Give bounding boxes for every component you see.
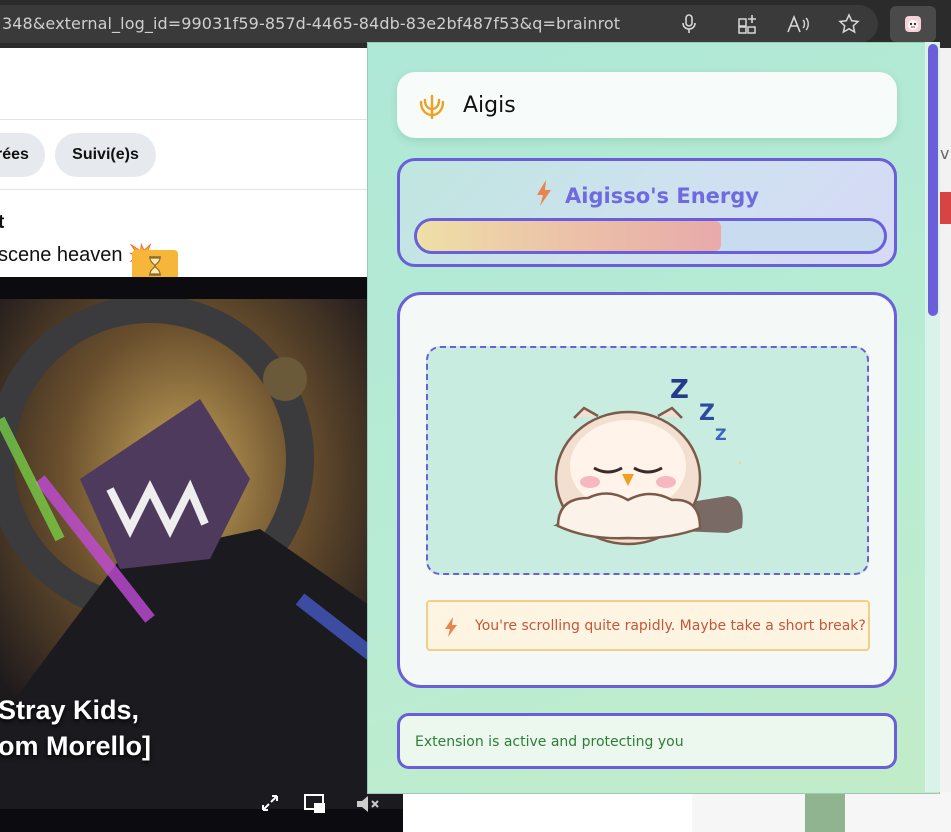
svg-text:Z: Z bbox=[715, 425, 727, 444]
mascot-frame: Z Z Z bbox=[426, 346, 869, 575]
popup-header: Aigis bbox=[397, 72, 897, 138]
read-aloud-icon[interactable] bbox=[785, 11, 811, 37]
post-author[interactable]: t bbox=[0, 212, 4, 234]
energy-card: Aigisso's Energy bbox=[397, 158, 897, 267]
fullscreen-icon[interactable] bbox=[260, 793, 280, 818]
lightning-icon bbox=[444, 616, 458, 642]
warning-text: You're scrolling quite rapidly. Maybe ta… bbox=[475, 618, 866, 634]
picture-in-picture-icon[interactable] bbox=[303, 793, 327, 820]
post-text: scene heaven 💥 bbox=[0, 244, 153, 266]
filter-chip-label: rées bbox=[0, 146, 29, 163]
filter-chip-following[interactable]: Suivi(e)s bbox=[55, 133, 156, 177]
thumbnail bbox=[805, 792, 845, 832]
browser-toolbar: 348&external_log_id=99031f59-857d-4465-8… bbox=[0, 0, 951, 48]
filter-chip[interactable]: rées bbox=[0, 133, 45, 177]
trident-logo-icon bbox=[419, 94, 445, 120]
status-text: Extension is active and protecting you bbox=[415, 734, 684, 750]
video-caption-line: Stray Kids, bbox=[0, 695, 140, 725]
popup-scrollbar-thumb[interactable] bbox=[928, 44, 938, 316]
scroll-warning: You're scrolling quite rapidly. Maybe ta… bbox=[426, 600, 870, 651]
energy-bar bbox=[414, 218, 887, 254]
mascot-card: Z Z Z You're scrolling quite rapidly. Ma… bbox=[397, 292, 897, 688]
status-card: Extension is active and protecting you bbox=[397, 713, 897, 769]
divider bbox=[0, 189, 370, 190]
filter-chip-label: Suivi(e)s bbox=[72, 146, 139, 163]
svg-text:Z: Z bbox=[670, 375, 689, 405]
video-caption-line: om Morello] bbox=[0, 731, 151, 761]
extension-icon[interactable] bbox=[890, 6, 936, 42]
edge-text: v bbox=[940, 144, 950, 163]
lightning-icon bbox=[535, 179, 553, 212]
energy-title-text: Aigisso's Energy bbox=[565, 184, 759, 208]
address-bar-url[interactable]: 348&external_log_id=99031f59-857d-4465-8… bbox=[2, 14, 620, 33]
mute-icon[interactable] bbox=[355, 793, 381, 820]
video-player[interactable]: Stray Kids, om Morello] bbox=[0, 277, 403, 832]
svg-text:Z: Z bbox=[699, 401, 715, 426]
microphone-icon[interactable] bbox=[676, 11, 702, 37]
sleeping-owl-icon: Z Z Z bbox=[553, 375, 743, 546]
energy-title: Aigisso's Energy bbox=[400, 179, 894, 212]
split-screen-icon[interactable] bbox=[735, 11, 761, 37]
favorite-star-icon[interactable] bbox=[836, 11, 862, 37]
app-name: Aigis bbox=[463, 93, 516, 118]
divider bbox=[0, 119, 370, 120]
energy-bar-fill bbox=[417, 221, 721, 251]
